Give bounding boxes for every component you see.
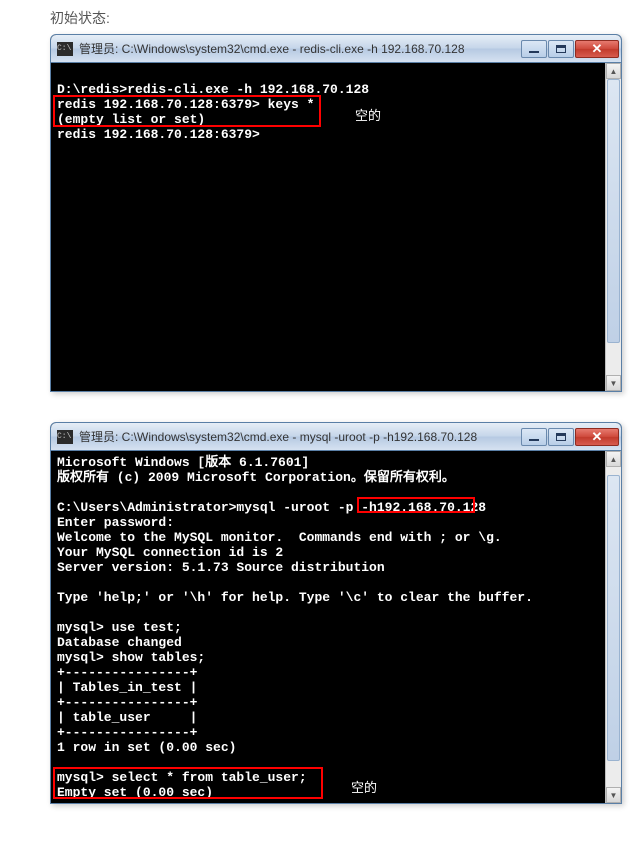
terminal-line [57,485,615,500]
page-label: 初始状态: [50,8,630,28]
terminal-line: 版权所有 (c) 2009 Microsoft Corporation。保留所有… [57,470,615,485]
terminal-line: Welcome to the MySQL monitor. Commands e… [57,530,615,545]
maximize-icon [556,433,566,441]
close-icon: ✕ [592,430,603,443]
scroll-down-button[interactable]: ▼ [606,375,621,391]
maximize-icon [556,45,566,53]
titlebar[interactable]: C:\. 管理员: C:\Windows\system32\cmd.exe - … [51,35,621,63]
close-button[interactable]: ✕ [575,40,619,58]
terminal-line: redis 192.168.70.128:6379> keys * [57,97,615,112]
scroll-down-button[interactable]: ▼ [606,787,621,803]
terminal-line: Database changed [57,635,615,650]
terminal-line: redis 192.168.70.128:6379> [57,127,615,142]
terminal-line: D:\redis>redis-cli.exe -h 192.168.70.128 [57,82,615,97]
terminal-line: Type 'help;' or '\h' for help. Type '\c'… [57,590,615,605]
terminal-output[interactable]: Microsoft Windows [版本 6.1.7601]版权所有 (c) … [51,451,621,803]
scroll-track[interactable] [606,79,621,375]
terminal-line [57,605,615,620]
terminal-line: mysql> use test; [57,620,615,635]
window-controls: ✕ [521,428,619,446]
window-title: 管理员: C:\Windows\system32\cmd.exe - mysql… [79,428,521,445]
terminal-line [57,800,615,803]
terminal-line: +----------------+ [57,695,615,710]
window-title: 管理员: C:\Windows\system32\cmd.exe - redis… [79,40,521,57]
scrollbar-vertical[interactable]: ▲ ▼ [605,451,621,803]
terminal-line: +----------------+ [57,725,615,740]
minimize-icon [529,51,539,53]
scroll-up-button[interactable]: ▲ [606,63,621,79]
terminal-line: | table_user | [57,710,615,725]
minimize-button[interactable] [521,40,547,58]
titlebar[interactable]: C:\. 管理员: C:\Windows\system32\cmd.exe - … [51,423,621,451]
maximize-button[interactable] [548,40,574,58]
terminal-area: D:\redis>redis-cli.exe -h 192.168.70.128… [51,63,621,391]
scroll-track[interactable] [606,467,621,787]
cmd-icon: C:\. [57,430,73,444]
window-controls: ✕ [521,40,619,58]
terminal-area: Microsoft Windows [版本 6.1.7601]版权所有 (c) … [51,451,621,803]
terminal-line: C:\Users\Administrator>mysql -uroot -p -… [57,500,615,515]
terminal-line: Microsoft Windows [版本 6.1.7601] [57,455,615,470]
cmd-icon: C:\. [57,42,73,56]
terminal-line: | Tables_in_test | [57,680,615,695]
maximize-button[interactable] [548,428,574,446]
terminal-line [57,575,615,590]
terminal-line: mysql> show tables; [57,650,615,665]
terminal-line: Your MySQL connection id is 2 [57,545,615,560]
annotation-label: 空的 [355,105,381,124]
terminal-output[interactable]: D:\redis>redis-cli.exe -h 192.168.70.128… [51,63,621,391]
terminal-line: Server version: 5.1.73 Source distributi… [57,560,615,575]
scrollbar-vertical[interactable]: ▲ ▼ [605,63,621,391]
close-icon: ✕ [592,42,603,55]
terminal-line: +----------------+ [57,665,615,680]
annotation-label: 空的 [351,777,377,796]
minimize-button[interactable] [521,428,547,446]
scroll-thumb[interactable] [607,475,620,761]
terminal-line: Enter password: [57,515,615,530]
minimize-icon [529,439,539,441]
scroll-up-button[interactable]: ▲ [606,451,621,467]
terminal-line [57,755,615,770]
terminal-line: Empty set (0.00 sec) [57,785,615,800]
close-button[interactable]: ✕ [575,428,619,446]
terminal-line [57,67,615,82]
scroll-thumb[interactable] [607,79,620,343]
terminal-line: 1 row in set (0.00 sec) [57,740,615,755]
terminal-line: (empty list or set) [57,112,615,127]
cmd-window-mysql: C:\. 管理员: C:\Windows\system32\cmd.exe - … [50,422,622,804]
terminal-line: mysql> select * from table_user; [57,770,615,785]
cmd-window-redis: C:\. 管理员: C:\Windows\system32\cmd.exe - … [50,34,622,392]
